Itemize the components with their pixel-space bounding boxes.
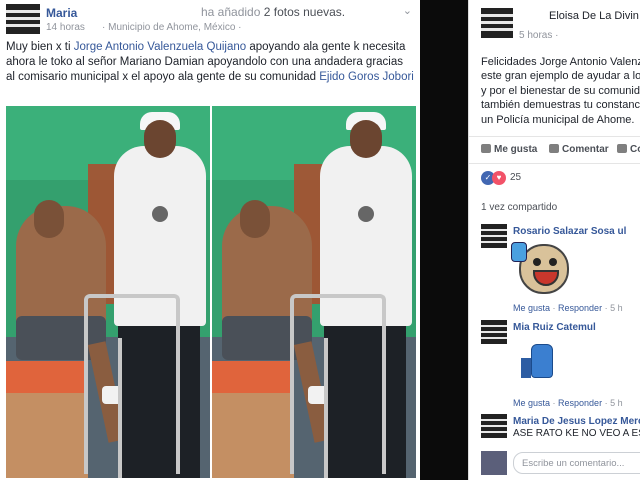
heart-icon: ♥ [492,171,506,185]
mention-ejido[interactable]: Ejido Goros Jobori [319,71,414,83]
comment-reply-link[interactable]: Responder [558,398,602,408]
right-post-time[interactable]: 5 horas · [519,30,558,41]
laughing-sticker [511,242,573,298]
comment-meta: Me gusta · Responder · 5 h [513,303,623,313]
right-post-panel: Eloisa De La Divin 5 horas · Felicidades… [468,0,640,480]
comment-icon [549,144,559,153]
mention-jorge[interactable]: Jorge Antonio Valenzuela Quijano [74,41,246,53]
right-post-line: y por el bienestar de su comunida [481,84,640,97]
comment-button[interactable]: Comentar [549,144,609,155]
reaction-count: 25 [510,172,522,183]
right-post-line: un Policía municipal de Ahome. [481,113,635,126]
post-actions-bar: Me gusta Comentar Co [469,136,640,164]
left-post-panel: Maria ha añadido 2 fotos nuevas. 14 hora… [0,0,420,480]
comment-author[interactable]: Rosario Salazar Sosa ul [513,226,626,237]
comment-like-link[interactable]: Me gusta [513,398,550,408]
comment-avatar[interactable] [481,224,507,248]
thumbs-up-icon [481,144,491,153]
comment-text: ASE RATO KE NO VEO A ESE [513,428,640,439]
post-location[interactable]: · Municipio de Ahome, México · [102,22,242,33]
share-button[interactable]: Co [617,144,640,155]
chevron-down-icon[interactable]: ⌄ [403,4,412,17]
photo-1[interactable] [6,106,210,478]
comment-button-label: Comentar [562,144,609,155]
share-icon [617,144,627,153]
user-avatar [481,451,507,475]
right-author-avatar[interactable] [481,8,513,38]
comment-avatar[interactable] [481,320,507,344]
right-post-line: también demuestras tu constancia [481,99,640,112]
right-post-text: Felicidades Jorge Antonio Valenzu este g… [481,55,640,127]
post-header: Maria ha añadido 2 fotos nuevas. 14 hora… [6,4,416,34]
comment-author[interactable]: Maria De Jesus Lopez Mercedes [513,416,640,427]
share-button-label: Co [630,144,640,155]
post-time[interactable]: 14 horas [46,22,85,33]
post-text-part-1: Muy bien x ti [6,41,74,53]
right-author-name[interactable]: Eloisa De La Divin [549,10,639,22]
right-post-line: este gran ejemplo de ayudar a los [481,70,640,83]
comment-input[interactable]: Escribe un comentario... [513,452,640,474]
photo-2[interactable] [212,106,416,478]
comment-reply-link[interactable]: Responder [558,303,602,313]
right-post-header: Eloisa De La Divin 5 horas · [469,6,640,41]
like-button[interactable]: Me gusta [481,144,537,155]
comment-time[interactable]: · 5 h [605,398,623,408]
comment-avatar[interactable] [481,414,507,438]
comment-meta: Me gusta · Responder · 5 h [513,398,623,408]
post-action: ha añadido 2 fotos nuevas. [201,5,345,19]
thumbs-up-sticker [521,344,561,380]
comment-time[interactable]: · 5 h [605,303,623,313]
share-count[interactable]: 1 vez compartido [481,202,557,213]
author-name[interactable]: Maria [46,6,77,20]
author-avatar[interactable] [6,4,40,34]
post-text: Muy bien x ti Jorge Antonio Valenzuela Q… [6,40,414,85]
post-action-prefix: ha añadido [201,5,261,19]
comment-like-link[interactable]: Me gusta [513,303,550,313]
panel-divider [420,0,468,480]
post-action-count[interactable]: 2 fotos nuevas. [264,5,345,19]
like-button-label: Me gusta [494,144,538,155]
right-post-line: Felicidades Jorge Antonio Valenzu [481,56,640,68]
comment-author[interactable]: Mia Ruiz Catemul [513,322,596,333]
